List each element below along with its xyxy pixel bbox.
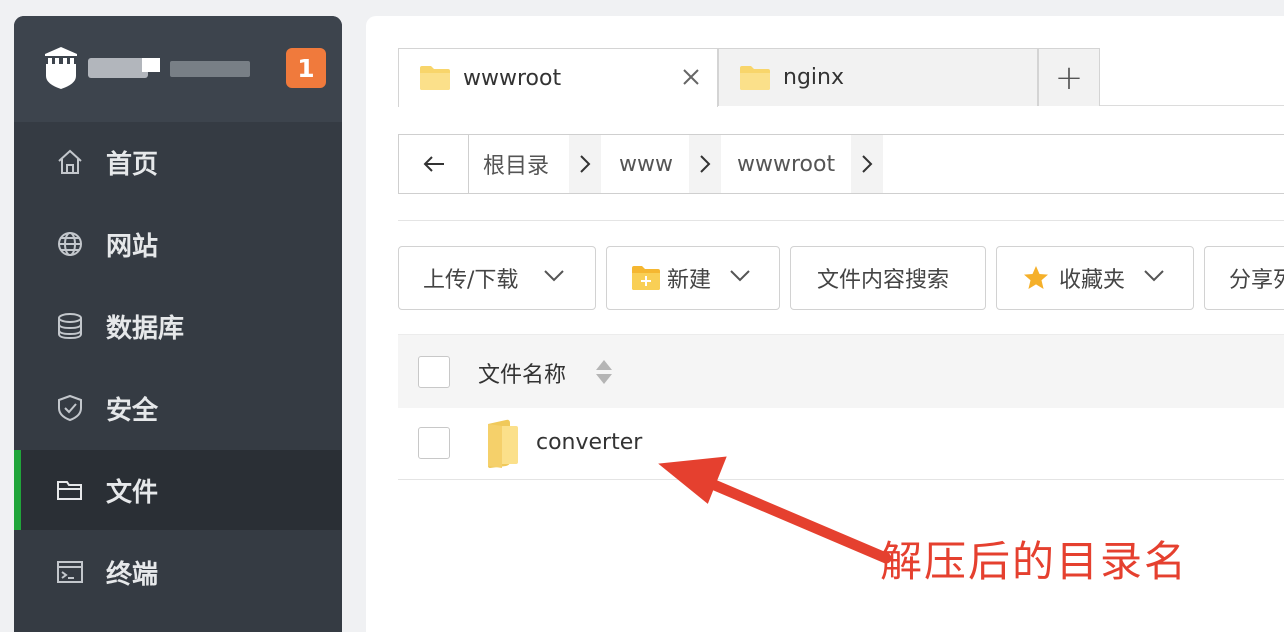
close-icon[interactable]: [681, 67, 701, 87]
breadcrumb-item-www[interactable]: www: [619, 135, 673, 193]
sidebar-item-website[interactable]: 网站: [14, 204, 342, 284]
button-label: 文件内容搜索: [817, 268, 950, 293]
upload-download-button[interactable]: 上传/下载: [398, 246, 596, 310]
chevron-down-icon: [730, 270, 750, 282]
breadcrumb: 根目录 www wwwroot: [398, 134, 1284, 194]
sidebar-item-files[interactable]: 文件: [14, 450, 342, 530]
database-icon: [56, 312, 84, 340]
divider: [398, 220, 1284, 221]
chevron-right-icon: [689, 135, 721, 193]
chevron-right-icon: [851, 135, 883, 193]
sidebar: 1 首页 网站 数据库 安全 文件 终端: [14, 16, 342, 632]
globe-icon: [56, 230, 84, 258]
terminal-icon: [56, 558, 84, 586]
notification-badge[interactable]: 1: [286, 48, 326, 88]
sidebar-item-label: 数据库: [106, 313, 185, 344]
row-checkbox[interactable]: [418, 427, 450, 459]
annotation-text: 解压后的目录名: [880, 537, 1189, 586]
tab-label: nginx: [783, 65, 844, 90]
brand-name-obscured: [88, 58, 258, 80]
folder-icon: [420, 66, 450, 90]
sidebar-item-terminal[interactable]: 终端: [14, 532, 342, 612]
file-name[interactable]: converter: [536, 430, 642, 455]
tab-nginx[interactable]: nginx: [718, 48, 1038, 106]
content-search-button[interactable]: 文件内容搜索: [790, 246, 986, 310]
file-manager-panel: wwwroot nginx + 根目录 www wwwroot 上传/下载 新建…: [366, 16, 1284, 632]
favorites-button[interactable]: 收藏夹: [996, 246, 1194, 310]
add-tab-button[interactable]: +: [1038, 48, 1100, 106]
new-button[interactable]: 新建: [606, 246, 780, 310]
sidebar-item-home[interactable]: 首页: [14, 122, 342, 202]
sidebar-item-security[interactable]: 安全: [14, 368, 342, 448]
home-icon: [56, 148, 84, 176]
sidebar-item-label: 首页: [106, 149, 159, 180]
button-label: 收藏夹: [1059, 268, 1126, 293]
folder-icon: [488, 419, 518, 468]
sidebar-item-label: 安全: [106, 395, 159, 426]
select-all-checkbox[interactable]: [418, 356, 450, 388]
sidebar-header: 1: [14, 16, 342, 122]
back-button[interactable]: [399, 135, 469, 193]
button-label: 新建: [667, 268, 712, 293]
folder-icon: [740, 66, 770, 90]
sidebar-item-label: 文件: [106, 477, 159, 508]
chevron-right-icon: [569, 135, 601, 193]
sidebar-item-database[interactable]: 数据库: [14, 286, 342, 366]
tab-label: wwwroot: [463, 65, 562, 91]
tab-bar: wwwroot nginx +: [398, 48, 1284, 107]
column-header-filename[interactable]: 文件名称: [478, 357, 566, 389]
chevron-down-icon: [1144, 270, 1164, 282]
chevron-down-icon: [544, 270, 564, 282]
share-list-button[interactable]: 分享列表: [1204, 246, 1284, 310]
new-folder-icon: [632, 266, 660, 290]
folder-icon: [56, 476, 84, 504]
breadcrumb-item-wwwroot[interactable]: wwwroot: [737, 135, 835, 193]
sidebar-item-label: 终端: [106, 559, 159, 590]
logo-icon: [45, 47, 77, 89]
button-label: 分享列表: [1229, 268, 1284, 293]
sort-icon[interactable]: [595, 359, 613, 385]
star-icon: [1024, 266, 1048, 289]
shield-icon: [56, 394, 84, 422]
tab-wwwroot[interactable]: wwwroot: [398, 48, 718, 107]
breadcrumb-item-root[interactable]: 根目录: [483, 135, 549, 193]
button-label: 上传/下载: [423, 268, 519, 293]
arrow-left-icon: [423, 156, 444, 172]
table-header: 文件名称: [398, 334, 1284, 408]
sidebar-item-label: 网站: [106, 231, 159, 262]
annotation-arrow: [658, 456, 892, 564]
